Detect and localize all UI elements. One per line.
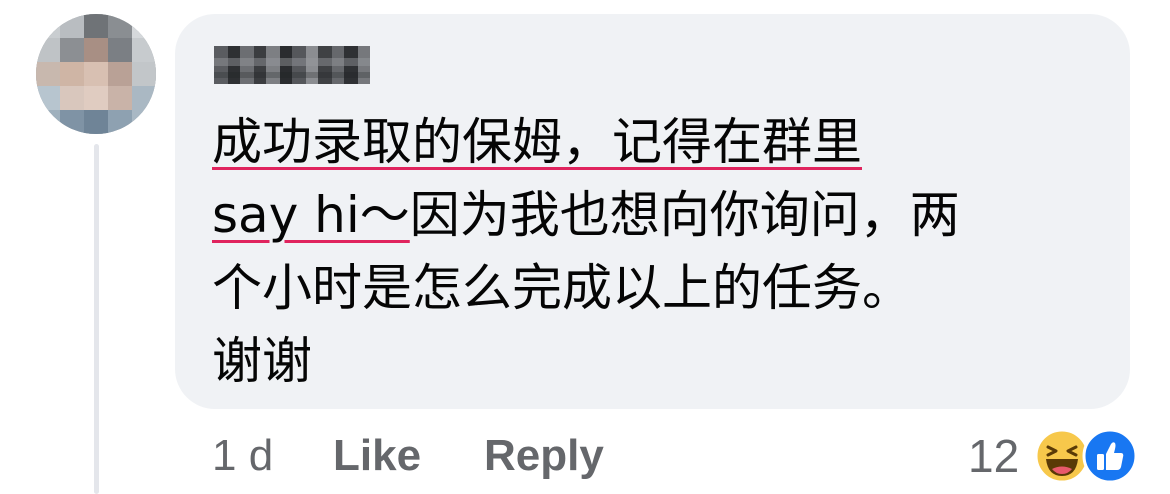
- comment-text-misspelled-2: say hi～: [212, 186, 410, 244]
- reply-button[interactable]: Reply: [484, 428, 604, 484]
- reaction-count[interactable]: 12: [968, 428, 1019, 484]
- pixelated-author-name: [212, 42, 372, 88]
- comment-timestamp[interactable]: 1 d: [212, 428, 273, 484]
- comment-text-line-4: 谢谢: [212, 332, 312, 390]
- comment-text-line-2-rest: 因为我也想向你询问，两: [409, 186, 960, 244]
- like-button[interactable]: Like: [333, 428, 421, 484]
- comment-text-line-1: 成功录取的保姆，记得在群里: [212, 112, 862, 172]
- comment-text-line-3: 个小时是怎么完成以上的任务。: [212, 259, 912, 317]
- like-thumb-icon[interactable]: [1082, 428, 1138, 484]
- avatar[interactable]: [36, 14, 156, 134]
- comment-text-line-2: say hi～因为我也想向你询问，两: [212, 185, 960, 245]
- thread-connector-line: [94, 144, 99, 494]
- pixelated-avatar-image: [36, 14, 156, 134]
- comment-text-misspelled-1: 成功录取的保姆，记得在群里: [212, 113, 862, 171]
- author-name-blurred[interactable]: [212, 42, 372, 88]
